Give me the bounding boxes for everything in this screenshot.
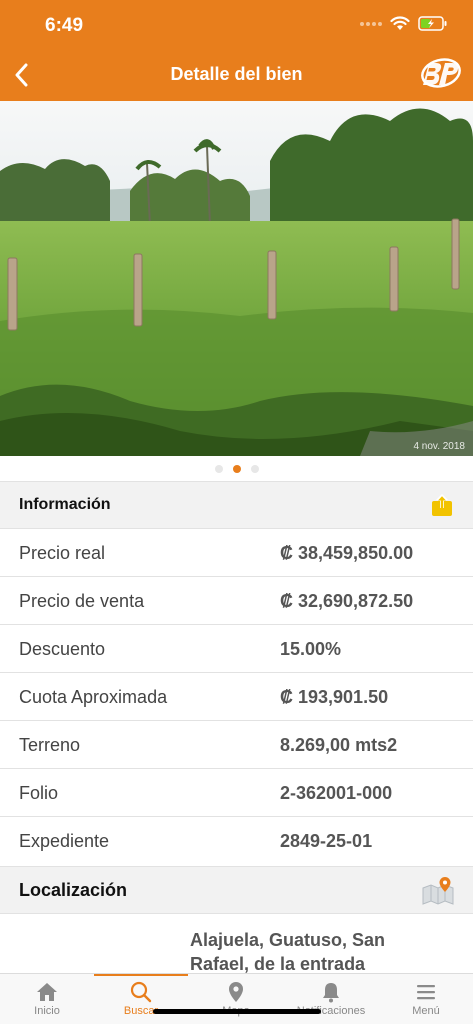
row-label: Cuota Aproximada — [19, 687, 168, 707]
navigation-bar: Detalle del bien — [0, 50, 473, 101]
bell-icon — [323, 983, 339, 1003]
location-section-header: Localización — [0, 866, 473, 914]
wifi-icon — [390, 16, 410, 30]
row-value: ₡ 38,459,850.00 — [280, 543, 414, 563]
info-row-cuota: Cuota Aproximada ₡ 193,901.50 — [0, 673, 473, 721]
status-icons — [360, 16, 448, 31]
row-label: Descuento — [19, 639, 106, 659]
row-label: Expediente — [19, 831, 110, 851]
tab-buscar[interactable]: Buscar — [94, 974, 188, 1024]
tab-menu[interactable]: Menú — [379, 974, 473, 1024]
menu-icon — [417, 985, 435, 1000]
map-pin-icon — [229, 982, 243, 1002]
info-section-title: Información — [19, 496, 111, 513]
row-value: 15.00% — [280, 639, 342, 659]
row-value: 2849-25-01 — [280, 831, 373, 851]
info-row-expediente: Expediente 2849-25-01 — [0, 817, 473, 865]
info-row-descuento: Descuento 15.00% — [0, 625, 473, 673]
gallery-page-indicator[interactable] — [0, 456, 473, 481]
tab-label: Menú — [412, 1005, 440, 1017]
tab-inicio[interactable]: Inicio — [0, 974, 94, 1024]
info-section-header: Información — [0, 481, 473, 529]
tab-bar: Inicio Buscar Mapa Notificaciones Menú — [0, 973, 473, 1024]
status-time: 6:49 — [45, 15, 84, 36]
row-label: Precio de venta — [19, 591, 145, 611]
share-icon[interactable] — [431, 493, 453, 517]
info-row-folio: Folio 2-362001-000 — [0, 769, 473, 817]
info-row-terreno: Terreno 8.269,00 mts2 — [0, 721, 473, 769]
page-title: Detalle del bien — [170, 64, 303, 84]
location-section-title: Localización — [19, 880, 128, 900]
page-dot[interactable] — [214, 464, 223, 473]
location-address: Alajuela, Guatuso, San Rafael, de la ent… — [190, 930, 386, 974]
info-row-precio-real: Precio real ₡ 38,459,850.00 — [0, 529, 473, 577]
bp-logo-icon — [421, 58, 461, 88]
row-value: 8.269,00 mts2 — [280, 735, 398, 755]
pasture-photo — [0, 101, 473, 456]
battery-icon — [418, 16, 447, 31]
page-dot[interactable] — [250, 464, 259, 473]
row-value: 2-362001-000 — [280, 783, 393, 803]
tab-label: Inicio — [34, 1005, 60, 1017]
row-label: Terreno — [19, 735, 81, 755]
row-label: Folio — [19, 783, 59, 803]
row-value: ₡ 32,690,872.50 — [280, 591, 414, 611]
page-dot-active[interactable] — [232, 464, 241, 473]
property-photo[interactable]: 4 nov. 2018 — [0, 101, 473, 456]
map-icon[interactable] — [421, 876, 455, 906]
home-icon — [37, 983, 57, 1001]
signal-icon — [360, 21, 382, 27]
tab-mapa[interactable]: Mapa — [189, 974, 283, 1024]
home-indicator[interactable] — [153, 1009, 321, 1014]
tab-notificaciones[interactable]: Notificaciones — [284, 974, 378, 1024]
info-row-precio-venta: Precio de venta ₡ 32,690,872.50 — [0, 577, 473, 625]
row-value: ₡ 193,901.50 — [280, 687, 389, 707]
row-label: Precio real — [19, 543, 106, 563]
status-bar: 6:49 — [0, 0, 473, 50]
photo-date: 4 nov. 2018 — [413, 441, 465, 452]
search-icon — [130, 981, 152, 1003]
